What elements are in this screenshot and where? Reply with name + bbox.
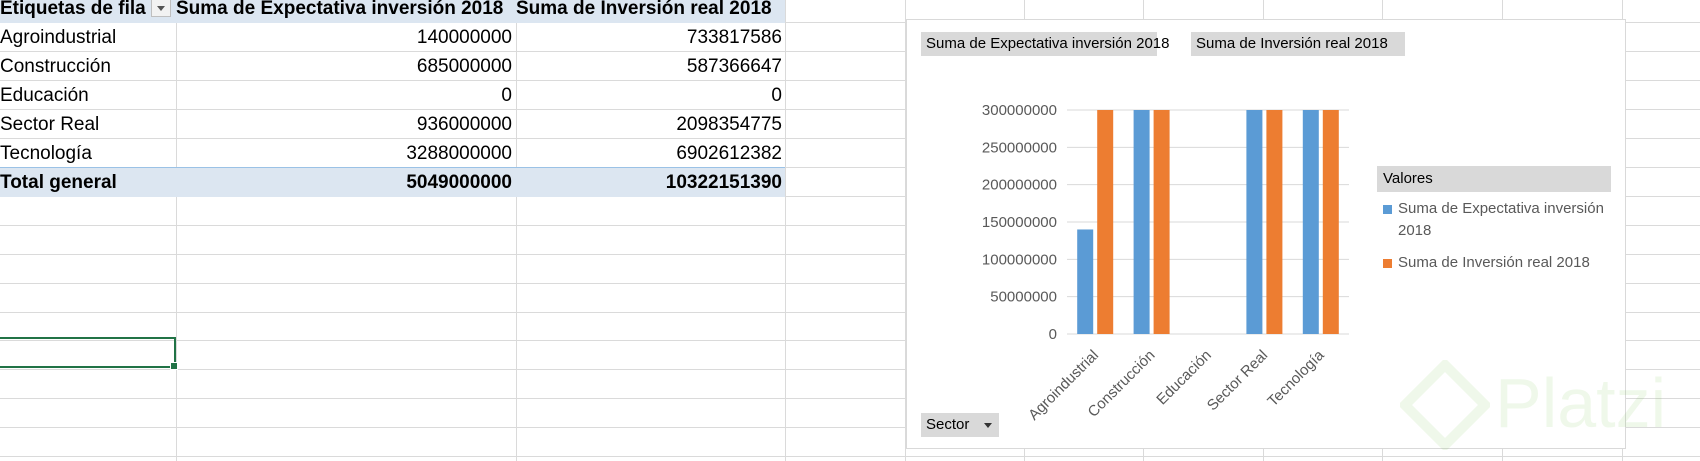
y-tick-label: 250000000 bbox=[982, 139, 1057, 156]
pivot-chart[interactable]: Suma de Expectativa inversión 2018 Suma … bbox=[906, 19, 1626, 449]
inversion-column-header[interactable]: Suma de Inversión real 2018 bbox=[516, 0, 782, 23]
total-expectativa-cell[interactable]: 5049000000 bbox=[176, 168, 512, 197]
row-label[interactable]: Educación bbox=[0, 81, 150, 110]
column-divider bbox=[785, 0, 786, 461]
x-tick-label: Tecnología bbox=[1264, 346, 1328, 410]
y-tick-label: 50000000 bbox=[990, 289, 1057, 306]
bar-1-3 bbox=[1266, 110, 1283, 334]
y-tick-label: 150000000 bbox=[982, 214, 1057, 231]
legend-title: Valores bbox=[1377, 166, 1611, 192]
inversion-cell[interactable]: 587366647 bbox=[516, 52, 782, 81]
expectativa-cell[interactable]: 140000000 bbox=[176, 23, 512, 52]
inversion-cell[interactable]: 6902612382 bbox=[516, 139, 782, 168]
table-row: Agroindustrial 140000000 733817586 bbox=[0, 23, 785, 52]
table-row: Construcción 685000000 587366647 bbox=[0, 52, 785, 81]
legend-swatch bbox=[1383, 259, 1392, 268]
legend-label: Suma de Inversión real 2018 bbox=[1398, 254, 1590, 271]
axis-field-button-sector[interactable]: Sector bbox=[921, 413, 999, 437]
bar-0-1 bbox=[1133, 110, 1150, 334]
total-label[interactable]: Total general bbox=[0, 168, 150, 197]
active-cell-selection[interactable] bbox=[0, 337, 178, 370]
expectativa-column-header[interactable]: Suma de Expectativa inversión 2018 bbox=[176, 0, 512, 23]
total-row: Total general 5049000000 10322151390 bbox=[0, 167, 785, 197]
row-label[interactable]: Construcción bbox=[0, 52, 150, 81]
bar-1-4 bbox=[1322, 110, 1339, 334]
bar-0-4 bbox=[1302, 110, 1319, 334]
row-labels-header[interactable]: Etiquetas de fila bbox=[0, 0, 150, 23]
legend-swatch bbox=[1383, 205, 1392, 214]
row-filter-dropdown-icon[interactable] bbox=[151, 0, 171, 17]
table-row: Sector Real 936000000 2098354775 bbox=[0, 110, 785, 139]
y-tick-label: 0 bbox=[1049, 326, 1057, 343]
inversion-cell[interactable]: 2098354775 bbox=[516, 110, 782, 139]
bar-0-3 bbox=[1246, 110, 1263, 334]
row-divider bbox=[0, 456, 1700, 457]
expectativa-cell[interactable]: 685000000 bbox=[176, 52, 512, 81]
y-tick-label: 100000000 bbox=[982, 251, 1057, 268]
fill-handle[interactable] bbox=[170, 362, 178, 370]
expectativa-cell[interactable]: 936000000 bbox=[176, 110, 512, 139]
row-label[interactable]: Tecnología bbox=[0, 139, 150, 168]
pivot-header-row: Etiquetas de fila Suma de Expectativa in… bbox=[0, 0, 785, 23]
row-label[interactable]: Agroindustrial bbox=[0, 23, 150, 52]
row-label[interactable]: Sector Real bbox=[0, 110, 150, 139]
inversion-cell[interactable]: 0 bbox=[516, 81, 782, 110]
total-inversion-cell[interactable]: 10322151390 bbox=[516, 168, 782, 197]
legend-label: Suma de Expectativa inversión 2018 bbox=[1398, 200, 1604, 239]
y-tick-label: 200000000 bbox=[982, 177, 1057, 194]
table-row: Educación 0 0 bbox=[0, 81, 785, 110]
x-tick-label: Sector Real bbox=[1204, 347, 1271, 414]
expectativa-cell[interactable]: 0 bbox=[176, 81, 512, 110]
bar-1-1 bbox=[1153, 110, 1170, 334]
expectativa-cell[interactable]: 3288000000 bbox=[176, 139, 512, 168]
inversion-cell[interactable]: 733817586 bbox=[516, 23, 782, 52]
axis-field-label: Sector bbox=[926, 416, 970, 433]
bar-0-0 bbox=[1077, 229, 1094, 334]
y-tick-label: 300000000 bbox=[982, 102, 1057, 119]
bar-1-0 bbox=[1097, 110, 1114, 334]
table-row: Tecnología 3288000000 6902612382 bbox=[0, 139, 785, 168]
